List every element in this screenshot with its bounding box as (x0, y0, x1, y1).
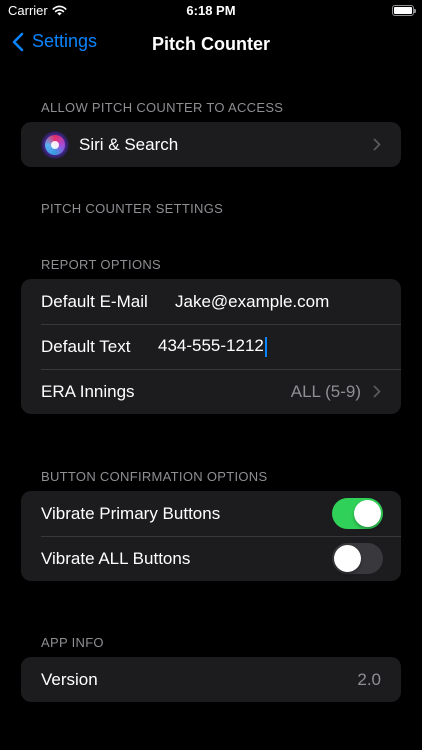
toggle-knob (354, 500, 381, 527)
status-bar: Carrier 6:18 PM (0, 0, 422, 22)
vibrate-all-label: Vibrate ALL Buttons (41, 548, 191, 568)
default-email-row[interactable]: Default E-Mail Jake@example.com (21, 279, 401, 324)
siri-icon (41, 130, 69, 159)
app-info-group: Version 2.0 (21, 657, 401, 702)
default-text-label: Default Text (41, 336, 131, 356)
vibrate-all-row: Vibrate ALL Buttons (21, 536, 401, 581)
button-confirmation-group: Vibrate Primary Buttons Vibrate ALL Butt… (21, 491, 401, 581)
section-header-report: REPORT OPTIONS (41, 257, 162, 272)
access-group: Siri & Search (21, 122, 401, 167)
default-text-row[interactable]: Default Text 434-555-1212 (21, 324, 401, 369)
clock: 6:18 PM (186, 3, 236, 18)
version-row: Version 2.0 (21, 657, 401, 702)
version-label: Version (41, 669, 98, 689)
vibrate-primary-label: Vibrate Primary Buttons (41, 503, 221, 523)
default-email-label: Default E-Mail (41, 291, 148, 311)
era-innings-label: ERA Innings (41, 381, 135, 401)
report-group: Default E-Mail Jake@example.com Default … (21, 279, 401, 414)
navigation-bar: Settings Pitch Counter (0, 22, 422, 66)
section-header-access: ALLOW PITCH COUNTER TO ACCESS (41, 100, 284, 115)
toggle-knob (334, 545, 361, 572)
siri-search-label: Siri & Search (79, 134, 179, 154)
default-text-value: 434-555-1212 (158, 336, 264, 356)
default-text-field[interactable]: 434-555-1212 (158, 336, 267, 357)
section-header-button-confirmation: BUTTON CONFIRMATION OPTIONS (41, 469, 268, 484)
chevron-right-icon (373, 385, 381, 398)
section-header-app-info: APP INFO (41, 635, 104, 650)
section-header-pitch-settings: PITCH COUNTER SETTINGS (41, 201, 224, 216)
version-value: 2.0 (357, 669, 381, 689)
battery-icon (392, 5, 416, 16)
siri-search-row[interactable]: Siri & Search (21, 122, 401, 167)
era-innings-value: ALL (5-9) (290, 381, 361, 401)
era-innings-row[interactable]: ERA Innings ALL (5-9) (21, 369, 401, 414)
vibrate-all-toggle[interactable] (332, 543, 383, 574)
chevron-right-icon (373, 138, 381, 151)
text-cursor (264, 336, 267, 357)
vibrate-primary-toggle[interactable] (332, 498, 383, 529)
page-title: Pitch Counter (151, 34, 270, 54)
default-email-field[interactable]: Jake@example.com (175, 292, 329, 312)
vibrate-primary-row: Vibrate Primary Buttons (21, 491, 401, 536)
